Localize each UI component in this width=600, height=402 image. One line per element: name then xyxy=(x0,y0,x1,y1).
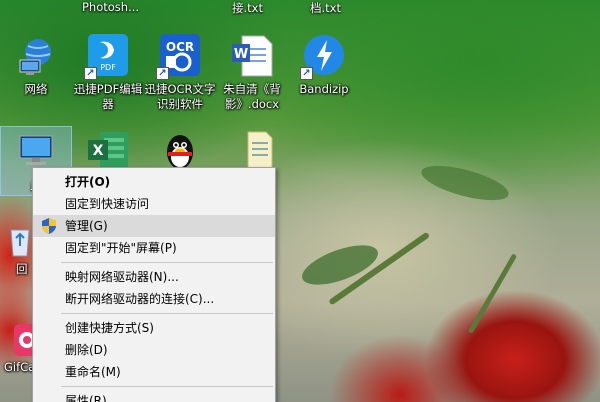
icon-label: 网络 xyxy=(24,82,48,96)
desktop-icon-word-doc[interactable]: W 朱自清《背影》.docx xyxy=(216,34,288,112)
svg-text:OCR: OCR xyxy=(166,40,194,54)
svg-text:X: X xyxy=(93,143,104,159)
desktop-icon-label[interactable]: Photosh... xyxy=(82,0,139,14)
desktop-icon-ocr[interactable]: OCR ↗ 迅捷OCR文字识别软件 xyxy=(144,34,216,112)
context-menu: 打开(O) 固定到快速访问 管理(G) 固定到"开始"屏幕(P) 映射网络驱动器… xyxy=(32,167,276,402)
shortcut-arrow-icon: ↗ xyxy=(300,67,313,80)
menu-item-delete[interactable]: 删除(D) xyxy=(33,339,275,361)
svg-text:PDF: PDF xyxy=(100,63,116,72)
stem-decoration xyxy=(467,253,518,334)
menu-item-rename[interactable]: 重命名(M) xyxy=(33,361,275,383)
network-icon xyxy=(14,34,58,78)
shortcut-arrow-icon: ↗ xyxy=(156,67,169,80)
desktop-icon-pdf-editor[interactable]: PDF ↗ 迅捷PDF编辑器 xyxy=(72,34,144,112)
shield-icon xyxy=(42,218,56,234)
desktop-icon-label[interactable]: 档.txt xyxy=(310,0,341,16)
menu-item-create-shortcut[interactable]: 创建快捷方式(S) xyxy=(33,317,275,339)
menu-item-open[interactable]: 打开(O) xyxy=(33,171,275,193)
desktop-icon-bandizip[interactable]: ↗ Bandizip xyxy=(288,34,360,97)
icon-label: Bandizip xyxy=(299,82,349,96)
bandizip-icon: ↗ xyxy=(300,34,346,80)
svg-text:W: W xyxy=(234,47,248,62)
recycle-bin-icon xyxy=(5,222,35,258)
icon-label: 迅捷OCR文字识别软件 xyxy=(144,82,216,111)
icon-label: 迅捷PDF编辑器 xyxy=(73,82,143,111)
leaf-decoration xyxy=(418,158,512,208)
menu-separator xyxy=(61,313,273,314)
menu-item-manage[interactable]: 管理(G) xyxy=(33,215,275,237)
desktop-icon-label[interactable]: 接.txt xyxy=(232,0,263,16)
menu-item-properties[interactable]: 属性(R) xyxy=(33,390,275,402)
menu-item-label: 管理(G) xyxy=(65,219,108,233)
icon-label: 朱自清《背影》.docx xyxy=(223,82,281,111)
shortcut-arrow-icon: ↗ xyxy=(84,67,97,80)
menu-item-pin-start[interactable]: 固定到"开始"屏幕(P) xyxy=(33,237,275,259)
desktop-icon-network[interactable]: 网络 xyxy=(0,34,72,97)
menu-separator xyxy=(61,386,273,387)
menu-separator xyxy=(61,262,273,263)
pdf-editor-icon: PDF ↗ xyxy=(84,34,130,80)
word-doc-icon: W xyxy=(230,34,274,78)
menu-item-pin-quick-access[interactable]: 固定到快速访问 xyxy=(33,193,275,215)
menu-item-map-drive[interactable]: 映射网络驱动器(N)... xyxy=(33,266,275,288)
leaf-decoration xyxy=(297,237,383,293)
ocr-icon: OCR ↗ xyxy=(156,34,202,80)
menu-item-disconnect-drive[interactable]: 断开网络驱动器的连接(C)... xyxy=(33,288,275,310)
